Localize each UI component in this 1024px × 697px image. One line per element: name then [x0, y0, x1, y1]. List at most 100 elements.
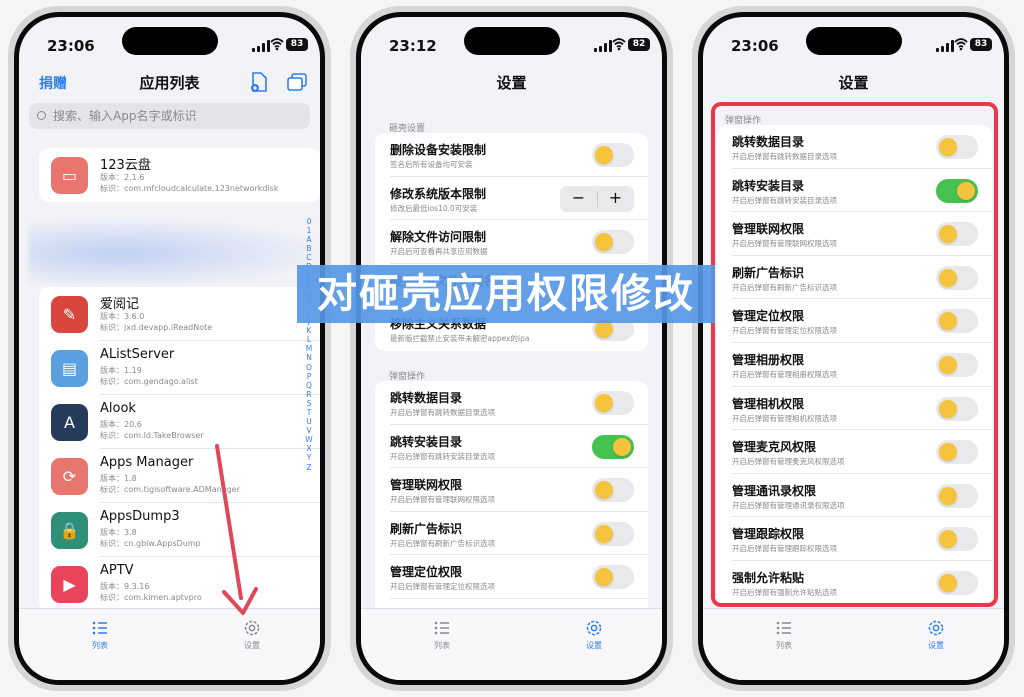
search-placeholder: 搜索、输入App名字或标识: [53, 109, 197, 123]
tab-settings[interactable]: 设置: [227, 619, 277, 651]
index-letter[interactable]: W: [304, 435, 314, 444]
index-letter[interactable]: Q: [304, 381, 314, 390]
status-bar: 23:12 82: [361, 17, 662, 61]
index-letter[interactable]: M: [304, 344, 314, 353]
app-list: ✎ 爱阅记 版本：3.6.0 标识：jxd.devapp.iReadNote ▤ ALis…: [39, 287, 320, 611]
caption-banner: 对砸壳应用权限修改: [297, 265, 715, 323]
app-name: AppsDump3: [100, 509, 180, 524]
phone-bezel: 23:06 83 设置 弹窗操作 跳转数据目录 开启后弹窗有跳转数据目录选项 跳转安…: [698, 12, 1009, 685]
server-icon: ▤: [51, 350, 88, 387]
toggle-switch[interactable]: [592, 143, 634, 167]
index-letter[interactable]: S: [304, 399, 314, 408]
document-icon[interactable]: [248, 71, 270, 93]
tab-label-settings: 设置: [928, 641, 944, 650]
setting-title: 跳转数据目录: [390, 391, 463, 405]
list-item[interactable]: ▤ AListServer 版本：1.19 标识：com.gendago.alist: [39, 341, 320, 395]
index-letter[interactable]: 0: [304, 217, 314, 226]
setting-description: 开启后弹窗有管理定位权限选项: [390, 582, 495, 592]
settings-row: 管理联网权限 开启后弹窗有管理联网权限选项: [375, 468, 648, 512]
list-item[interactable]: 🔒 AppsDump3 版本：3.8 标识：cn.gblw.AppsDump: [39, 503, 320, 557]
increment-button[interactable]: +: [597, 188, 634, 207]
dynamic-island: [463, 27, 560, 55]
index-letter[interactable]: K: [304, 326, 314, 335]
list-item[interactable]: ⟳ Apps Manager 版本：1.8 标识：com.tigisoftware.A…: [39, 449, 320, 503]
alphabet-index[interactable]: 01ABCDEFGHIJKLMNOPQRSTUVWXYZ: [304, 217, 314, 472]
search-input[interactable]: 搜索、输入App名字或标识: [29, 103, 310, 129]
tab-settings[interactable]: 设置: [569, 619, 619, 651]
index-letter[interactable]: O: [304, 363, 314, 372]
toggle-switch[interactable]: [592, 230, 634, 255]
index-letter[interactable]: B: [304, 244, 314, 253]
setting-description: 修改后最低ios10.0可安装: [390, 203, 478, 213]
setting-title: 修改系统版本限制: [390, 186, 487, 201]
list-item[interactable]: ✎ 爱阅记 版本：3.6.0 标识：jxd.devapp.iReadNote: [39, 287, 320, 341]
toggle-switch[interactable]: [592, 434, 634, 459]
clock: 23:06: [47, 37, 95, 55]
index-letter[interactable]: V: [304, 426, 314, 435]
index-letter[interactable]: L: [304, 335, 314, 344]
index-letter[interactable]: Y: [304, 453, 314, 462]
gear-icon: [586, 620, 602, 636]
app-identifier: 标识：com.gendago.alist: [100, 377, 198, 386]
clock: 23:12: [389, 37, 437, 55]
tab-bar: 列表 设置: [361, 608, 662, 680]
index-letter[interactable]: X: [304, 444, 314, 453]
setting-description: 签名后所有设备均可安装: [390, 160, 473, 169]
gear-icon: [244, 620, 260, 636]
index-letter[interactable]: P: [304, 372, 314, 381]
clock: 23:06: [731, 37, 779, 55]
index-letter[interactable]: T: [304, 408, 314, 417]
toggle-knob: [595, 524, 613, 543]
index-letter[interactable]: N: [304, 353, 314, 362]
tab-settings[interactable]: 设置: [911, 619, 961, 651]
lock-icon: 🔒: [51, 512, 88, 549]
app-version: 版本：1.8: [100, 474, 137, 483]
highlight-box: [711, 102, 998, 607]
index-letter[interactable]: R: [304, 390, 314, 399]
toggle-switch[interactable]: [592, 478, 634, 503]
app-name: Apps Manager: [100, 455, 194, 470]
list-item[interactable]: A Alook 版本：20.6 标识：com.ld.TakeBrowser: [39, 395, 320, 449]
index-letter[interactable]: Z: [304, 463, 314, 472]
settings-row: 刷新广告标识 开启后弹窗有刷新广告标识选项: [375, 512, 648, 556]
app-name: 123云盘: [100, 158, 151, 173]
list-item[interactable]: ▶ APTV 版本：9.3.16 标识：com.kimen.aptvpro: [39, 557, 320, 611]
tab-list[interactable]: 列表: [75, 619, 125, 651]
battery-indicator: 83: [286, 38, 308, 51]
app-identifier: 标识：com.ld.TakeBrowser: [100, 431, 204, 440]
toggle-switch[interactable]: [592, 565, 634, 590]
list-icon: [92, 621, 107, 635]
list-item[interactable]: ▭ 123云盘 版本：2.1.6 标识：com.mfcloudcalculate.12…: [39, 148, 320, 202]
settings-row: 修改系统版本限制修改后最低ios10.0可安装 − +: [375, 177, 648, 221]
browser-icon: A: [51, 404, 88, 441]
tab-list[interactable]: 列表: [417, 619, 467, 651]
page-title: 应用列表: [139, 74, 200, 92]
settings-row: 跳转数据目录 开启后弹窗有跳转数据目录选项: [375, 381, 648, 425]
app-version: 版本：3.8: [100, 528, 137, 537]
index-letter[interactable]: U: [304, 417, 314, 426]
blurred-region: [29, 217, 320, 289]
index-letter[interactable]: 1: [304, 226, 314, 235]
page-title: 设置: [838, 74, 869, 92]
phone-bezel: 23:12 82 设置 砸壳设置 删除设备安装限制 签名后所有设备均可安装 修改系统…: [356, 12, 667, 685]
tab-label-list: 列表: [776, 641, 792, 650]
signal-icon: [936, 40, 956, 52]
list-icon: [434, 621, 449, 635]
decrement-button[interactable]: −: [560, 188, 597, 207]
version-stepper[interactable]: − +: [560, 185, 634, 212]
signal-icon: [252, 40, 272, 52]
app-card-first: ▭ 123云盘 版本：2.1.6 标识：com.mfcloudcalculate.12…: [39, 148, 320, 202]
index-letter[interactable]: C: [304, 253, 314, 262]
toggle-switch[interactable]: [592, 521, 634, 546]
tab-bar: 列表 设置: [703, 608, 1004, 680]
phone-settings-popup: 23:06 83 设置 弹窗操作 跳转数据目录 开启后弹窗有跳转数据目录选项 跳转安…: [692, 6, 1015, 691]
tab-bar: 列表 设置: [19, 608, 320, 680]
windows-icon[interactable]: [286, 71, 308, 93]
tab-list[interactable]: 列表: [759, 619, 809, 651]
battery-indicator: 83: [970, 38, 992, 51]
index-letter[interactable]: A: [304, 235, 314, 244]
setting-description: 最新版拦截禁止安装带未解密appex的ipa: [390, 334, 530, 344]
toggle-knob: [595, 320, 613, 339]
app-version: 版本：2.1.6: [100, 173, 145, 182]
toggle-switch[interactable]: [592, 391, 634, 415]
